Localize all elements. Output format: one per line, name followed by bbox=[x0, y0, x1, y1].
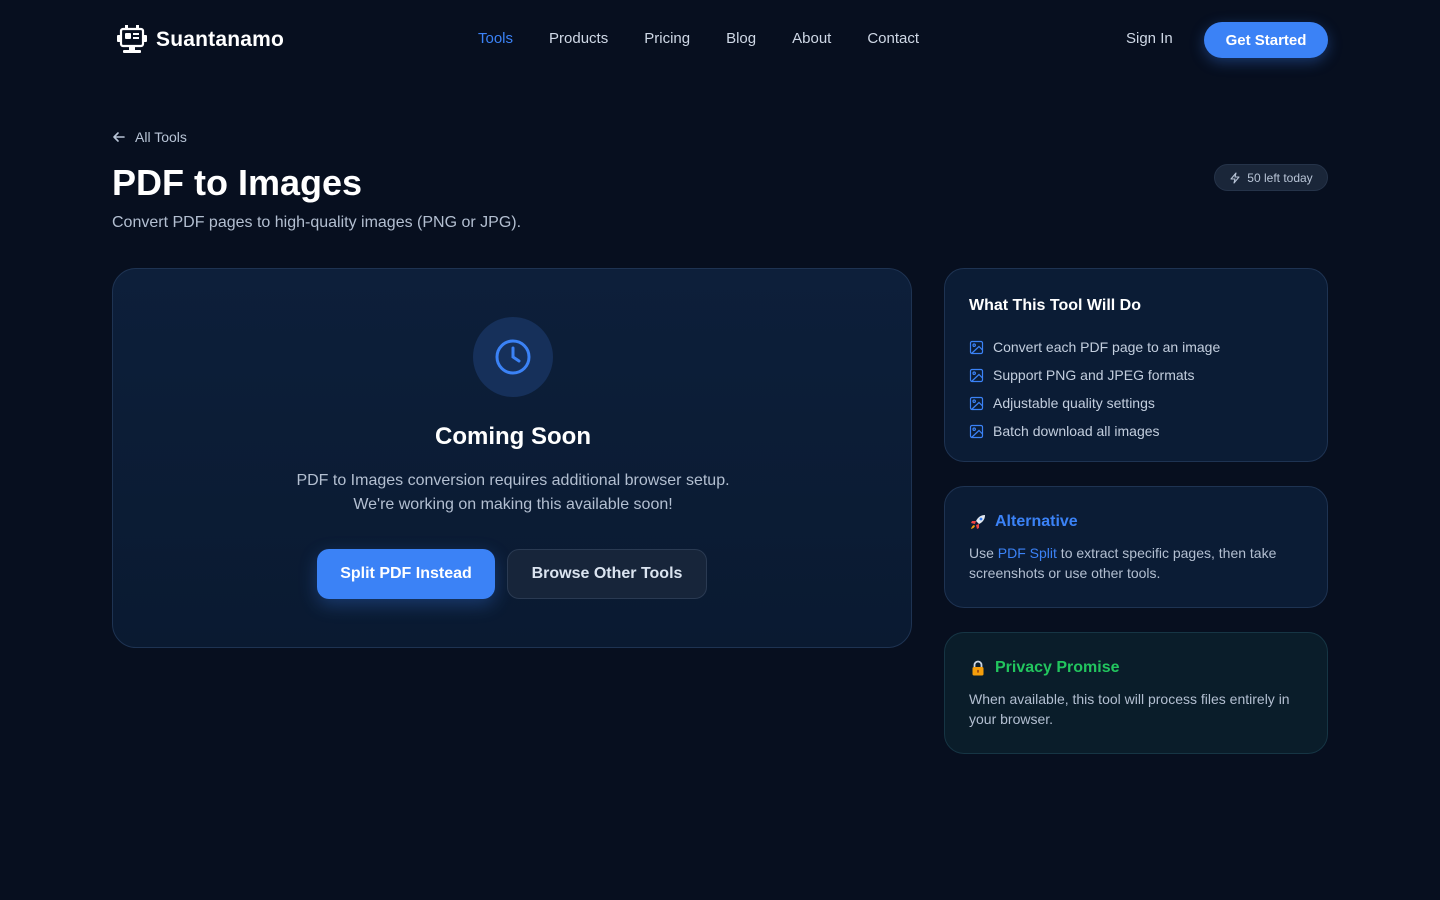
clock-icon-circle bbox=[473, 317, 553, 397]
back-label: All Tools bbox=[135, 129, 187, 145]
list-item: Batch download all images bbox=[969, 417, 1220, 445]
sign-in-link[interactable]: Sign In bbox=[1126, 30, 1173, 47]
image-icon bbox=[969, 368, 984, 382]
alternative-card-body: Use PDF Split to extract specific pages,… bbox=[969, 543, 1305, 583]
pdf-split-link[interactable]: PDF Split bbox=[998, 545, 1057, 561]
feature-text: Batch download all images bbox=[993, 423, 1160, 439]
list-item: Support PNG and JPEG formats bbox=[969, 361, 1220, 389]
nav-products[interactable]: Products bbox=[549, 30, 608, 47]
lock-icon bbox=[972, 660, 984, 676]
nav-tools[interactable]: Tools bbox=[478, 30, 513, 47]
feature-text: Adjustable quality settings bbox=[993, 395, 1155, 411]
usage-badge-text: 50 left today bbox=[1247, 170, 1313, 185]
back-to-all-tools-link[interactable]: All Tools bbox=[112, 129, 187, 145]
features-card: What This Tool Will Do Convert each PDF … bbox=[944, 268, 1328, 462]
nav-about[interactable]: About bbox=[792, 30, 831, 47]
split-pdf-instead-button[interactable]: Split PDF Instead bbox=[317, 549, 495, 599]
brand-logo[interactable]: Suantanamo bbox=[116, 22, 284, 58]
alternative-card-title: Alternative bbox=[995, 513, 1078, 530]
alternative-card-heading: Alternative bbox=[969, 513, 1078, 531]
list-item: Convert each PDF page to an image bbox=[969, 333, 1220, 361]
page-subtitle: Convert PDF pages to high-quality images… bbox=[112, 214, 522, 231]
clock-icon bbox=[495, 339, 531, 375]
image-icon bbox=[969, 340, 984, 354]
alternative-body-prefix: Use bbox=[969, 545, 998, 561]
privacy-card-body: When available, this tool will process f… bbox=[969, 691, 1290, 727]
main-nav: Tools Products Pricing Blog About Contac… bbox=[478, 30, 919, 47]
brand-name: Suantanamo bbox=[156, 28, 285, 51]
browse-other-tools-button[interactable]: Browse Other Tools bbox=[507, 549, 707, 599]
usage-badge: 50 left today bbox=[1214, 164, 1328, 191]
image-icon bbox=[969, 424, 984, 438]
monitor-robot-icon bbox=[117, 25, 147, 53]
features-card-title: What This Tool Will Do bbox=[969, 297, 1141, 314]
nav-blog[interactable]: Blog bbox=[726, 30, 756, 47]
feature-list: Convert each PDF page to an image Suppor… bbox=[969, 333, 1220, 445]
site-header: Suantanamo Tools Products Pricing Blog A… bbox=[0, 0, 1440, 80]
zap-icon bbox=[1230, 171, 1240, 184]
arrow-left-icon bbox=[113, 132, 125, 142]
list-item: Adjustable quality settings bbox=[969, 389, 1220, 417]
get-started-button[interactable]: Get Started bbox=[1204, 22, 1328, 58]
privacy-card-title: Privacy Promise bbox=[995, 659, 1120, 676]
privacy-card: Privacy Promise When available, this too… bbox=[944, 632, 1328, 754]
coming-soon-card: Coming Soon PDF to Images conversion req… bbox=[112, 268, 912, 648]
feature-text: Support PNG and JPEG formats bbox=[993, 367, 1195, 383]
coming-soon-description: PDF to Images conversion requires additi… bbox=[296, 472, 730, 513]
privacy-card-heading: Privacy Promise bbox=[969, 659, 1120, 677]
coming-soon-title: Coming Soon bbox=[435, 423, 591, 450]
alternative-card: Alternative Use PDF Split to extract spe… bbox=[944, 486, 1328, 608]
image-icon bbox=[969, 396, 984, 410]
page-title: PDF to Images bbox=[112, 162, 363, 203]
nav-pricing[interactable]: Pricing bbox=[644, 30, 690, 47]
feature-text: Convert each PDF page to an image bbox=[993, 339, 1221, 355]
rocket-icon bbox=[971, 515, 985, 529]
nav-contact[interactable]: Contact bbox=[867, 30, 919, 47]
